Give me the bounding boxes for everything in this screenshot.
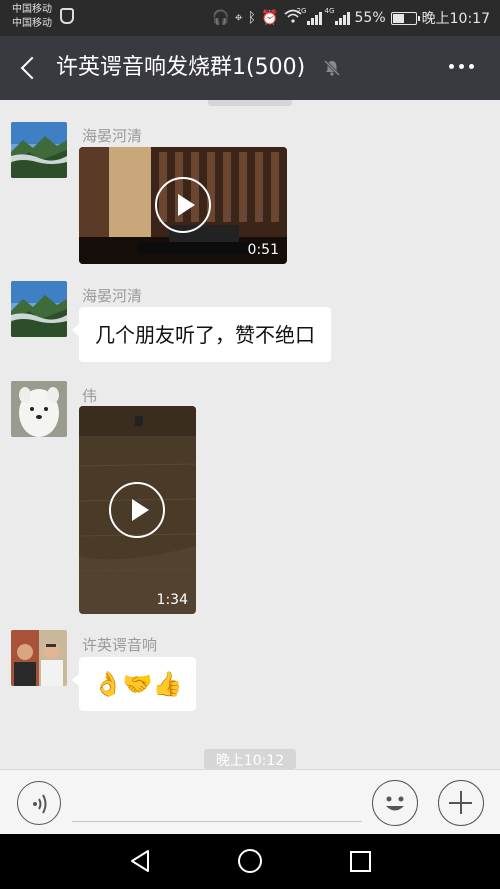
title-bar: 许英谔音响发烧群1(500) <box>0 36 500 100</box>
signal-2-icon: 4G <box>325 7 350 25</box>
battery-percent: 55% <box>354 10 386 26</box>
avatar[interactable] <box>11 630 67 686</box>
timestamp-badge: 晚上10:12 <box>204 749 296 769</box>
bluetooth-icon: ᛒ <box>247 10 257 26</box>
back-button[interactable] <box>14 52 44 84</box>
message-text: 几个朋友听了，赞不绝口 <box>95 323 315 347</box>
voice-input-button[interactable] <box>17 781 61 825</box>
emoji-content: 👌🤝👍 <box>93 668 183 700</box>
thumbs-up-emoji: 👍 <box>152 670 183 698</box>
voice-icon <box>33 794 47 814</box>
nav-home-icon[interactable] <box>238 849 262 873</box>
scroll-indicator <box>208 100 292 106</box>
sender-name: 海晏河清 <box>82 287 143 305</box>
more-features-button[interactable] <box>438 780 484 826</box>
clock: 晚上10:17 <box>421 11 490 27</box>
more-options-button[interactable] <box>449 64 474 69</box>
battery-fill <box>392 13 405 23</box>
emoji-bubble[interactable]: 👌🤝👍 <box>72 657 196 711</box>
avatar[interactable] <box>11 381 67 437</box>
emoji-button[interactable] <box>372 780 418 826</box>
play-icon <box>109 482 165 538</box>
ok-hand-emoji: 👌 <box>93 670 123 698</box>
handshake-emoji: 🤝 <box>122 670 153 698</box>
network-1-label: 2G <box>296 7 307 15</box>
alarm-icon: ⏰ <box>261 10 279 26</box>
mute-bell-icon <box>323 59 341 77</box>
avatar[interactable] <box>11 122 67 178</box>
text-bubble[interactable]: 几个朋友听了，赞不绝口 <box>72 307 331 362</box>
status-bar: 中国移动 中国移动 🎧 ⌖ ᛒ ⏰ 2G 4G 55% 晚上10:17 <box>0 0 500 36</box>
status-icons: 🎧 ⌖ ᛒ ⏰ 2G 4G 55% 晚上10:17 <box>212 7 490 28</box>
play-icon <box>155 177 211 233</box>
video-message[interactable]: 0:51 <box>79 147 287 264</box>
carrier-1: 中国移动 <box>12 4 52 15</box>
message-input[interactable] <box>72 782 362 822</box>
avatar[interactable] <box>11 281 67 337</box>
signal-1-icon: 2G <box>297 7 322 25</box>
smiley-icon <box>386 796 404 811</box>
chat-title: 许英谔音响发烧群1(500) <box>56 55 306 80</box>
navigation-bar <box>0 834 500 889</box>
input-bar <box>0 769 500 834</box>
nav-back-icon[interactable] <box>128 849 152 873</box>
notification-app-icon <box>60 8 74 24</box>
carrier-2: 中国移动 <box>12 18 52 29</box>
network-2-label: 4G <box>324 7 335 15</box>
sender-name: 海晏河清 <box>82 127 143 145</box>
video-duration: 1:34 <box>156 592 188 608</box>
carrier-info: 中国移动 中国移动 <box>12 3 52 31</box>
sender-name: 许英谔音响 <box>82 636 158 654</box>
sender-name: 伟 <box>82 387 98 405</box>
video-duration: 0:51 <box>247 242 279 258</box>
battery-icon <box>390 11 420 25</box>
video-message[interactable]: 1:34 <box>79 406 196 614</box>
nav-recents-icon[interactable] <box>350 851 371 872</box>
location-icon: ⌖ <box>234 10 243 26</box>
headphones-icon: 🎧 <box>212 10 230 26</box>
